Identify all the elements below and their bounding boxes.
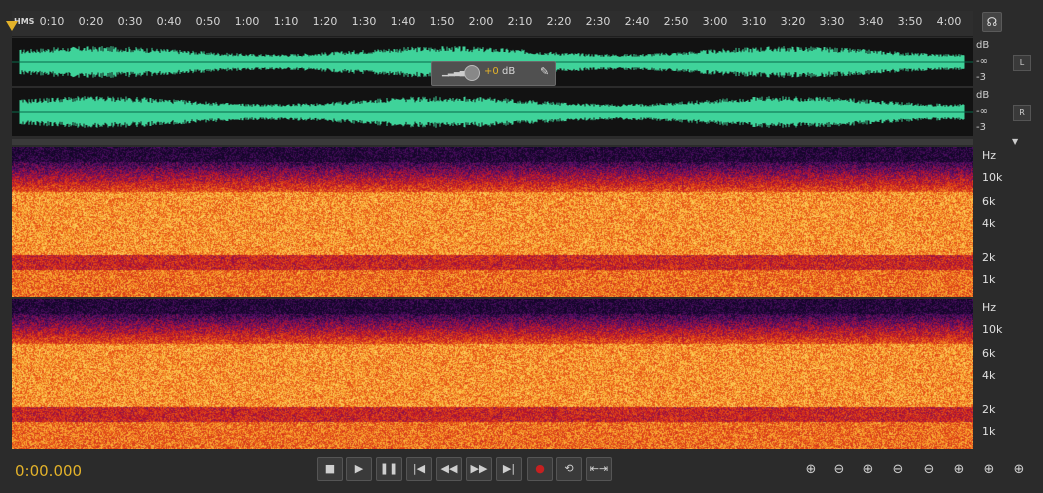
ruler-tick-label: 0:10 <box>39 15 65 28</box>
zoom-out-time-icon[interactable]: ⊖ <box>887 461 909 479</box>
ruler-tick-label: 1:50 <box>429 15 455 28</box>
ruler-tick-label: 3:50 <box>897 15 923 28</box>
zoom-out-amplitude-icon[interactable]: ⊖ <box>828 461 850 479</box>
ruler-tick-label: 3:10 <box>741 15 767 28</box>
go-to-end-button[interactable]: ▶| <box>496 457 522 481</box>
ruler-tick-label: 2:00 <box>468 15 494 28</box>
right-channel-waveform[interactable] <box>12 88 973 136</box>
ruler-tick-label: 2:50 <box>663 15 689 28</box>
right-channel-button[interactable]: R <box>1013 105 1031 121</box>
time-ruler[interactable]: HMS 0:10 0:20 0:30 0:40 0:50 1:00 1:10 1:20 1:30… <box>6 11 973 37</box>
frequency-label: 2k <box>982 251 996 264</box>
frequency-label: 1k <box>982 273 996 286</box>
left-channel-db-scale: dB -∞ -3 <box>976 38 989 86</box>
pause-button[interactable]: ❚❚ <box>376 457 402 481</box>
ruler-tick-label: 1:20 <box>312 15 338 28</box>
db-label: -∞ <box>976 56 988 67</box>
ruler-tick-label: 1:30 <box>351 15 377 28</box>
chevron-down-icon[interactable]: ▼ <box>1012 137 1018 146</box>
panel-divider[interactable] <box>12 139 973 145</box>
ruler-tick-label: 3:00 <box>702 15 728 28</box>
frequency-label: 6k <box>982 347 996 360</box>
ruler-tick-label: 4:00 <box>936 15 962 28</box>
right-channel-db-scale: dB -∞ -3 <box>976 88 989 136</box>
volume-value: +0 <box>484 66 499 77</box>
ruler-tick-label: 0:20 <box>78 15 104 28</box>
go-to-start-button[interactable]: |◀ <box>406 457 432 481</box>
zoom-in-at-end-icon[interactable]: ⊕ <box>978 461 1000 479</box>
playhead-handle[interactable] <box>6 21 18 31</box>
ruler-tick-label: 2:40 <box>624 15 650 28</box>
record-button[interactable]: ● <box>527 457 553 481</box>
ruler-tick-label: 3:40 <box>858 15 884 28</box>
left-channel-button[interactable]: L <box>1013 55 1031 71</box>
frequency-label: 4k <box>982 217 996 230</box>
ruler-tick-label: 3:30 <box>819 15 845 28</box>
pin-icon[interactable]: ✎ <box>540 65 549 78</box>
frequency-label: Hz <box>982 301 997 314</box>
zoom-in-time-icon[interactable]: ⊕ <box>857 461 879 479</box>
frequency-label: 6k <box>982 195 996 208</box>
zoom-in-amplitude-icon[interactable]: ⊕ <box>800 461 822 479</box>
ruler-tick-label: 1:10 <box>273 15 299 28</box>
ruler-tick-label: 0:50 <box>195 15 221 28</box>
frequency-label: 10k <box>982 323 1003 336</box>
db-unit-label: dB <box>976 40 990 51</box>
loop-button[interactable]: ⟲ <box>556 457 582 481</box>
play-button[interactable]: ▶ <box>346 457 372 481</box>
zoom-out-full-icon[interactable]: ⊖ <box>918 461 940 479</box>
ruler-tick-label: 1:00 <box>234 15 260 28</box>
skip-selection-button[interactable]: ⇤⇥ <box>586 457 612 481</box>
frequency-label: 2k <box>982 403 996 416</box>
db-label: -3 <box>976 122 986 133</box>
ruler-tick-label: 1:40 <box>390 15 416 28</box>
fast-forward-button[interactable]: ▶▶ <box>466 457 492 481</box>
left-spectral-display[interactable] <box>12 147 973 297</box>
ruler-tick-label: 2:30 <box>585 15 611 28</box>
zoom-selection-icon[interactable]: ⊕ <box>1008 461 1030 479</box>
stop-button[interactable]: ■ <box>317 457 343 481</box>
level-meter-icon: ▁▂▃▄ <box>442 67 467 77</box>
frequency-label: 4k <box>982 369 996 382</box>
volume-hud[interactable]: ▁▂▃▄ +0 dB ✎ <box>431 61 556 86</box>
volume-unit: dB <box>502 66 516 77</box>
rewind-button[interactable]: ◀◀ <box>436 457 462 481</box>
ruler-tick-label: 0:30 <box>117 15 143 28</box>
ruler-tick-label: 3:20 <box>780 15 806 28</box>
right-spectral-display[interactable] <box>12 299 973 449</box>
db-label: -∞ <box>976 106 988 117</box>
db-label: -3 <box>976 72 986 83</box>
db-unit-label: dB <box>976 90 990 101</box>
zoom-in-at-start-icon[interactable]: ⊕ <box>948 461 970 479</box>
ruler-tick-label: 2:20 <box>546 15 572 28</box>
ruler-tick-label: 0:40 <box>156 15 182 28</box>
frequency-label: 1k <box>982 425 996 438</box>
headphones-icon[interactable]: ☊ <box>982 12 1002 32</box>
frequency-label: 10k <box>982 171 1003 184</box>
ruler-tick-label: 2:10 <box>507 15 533 28</box>
volume-knob[interactable] <box>464 65 480 81</box>
current-time-display[interactable]: 0:00.000 <box>15 462 82 480</box>
frequency-label: Hz <box>982 149 997 162</box>
